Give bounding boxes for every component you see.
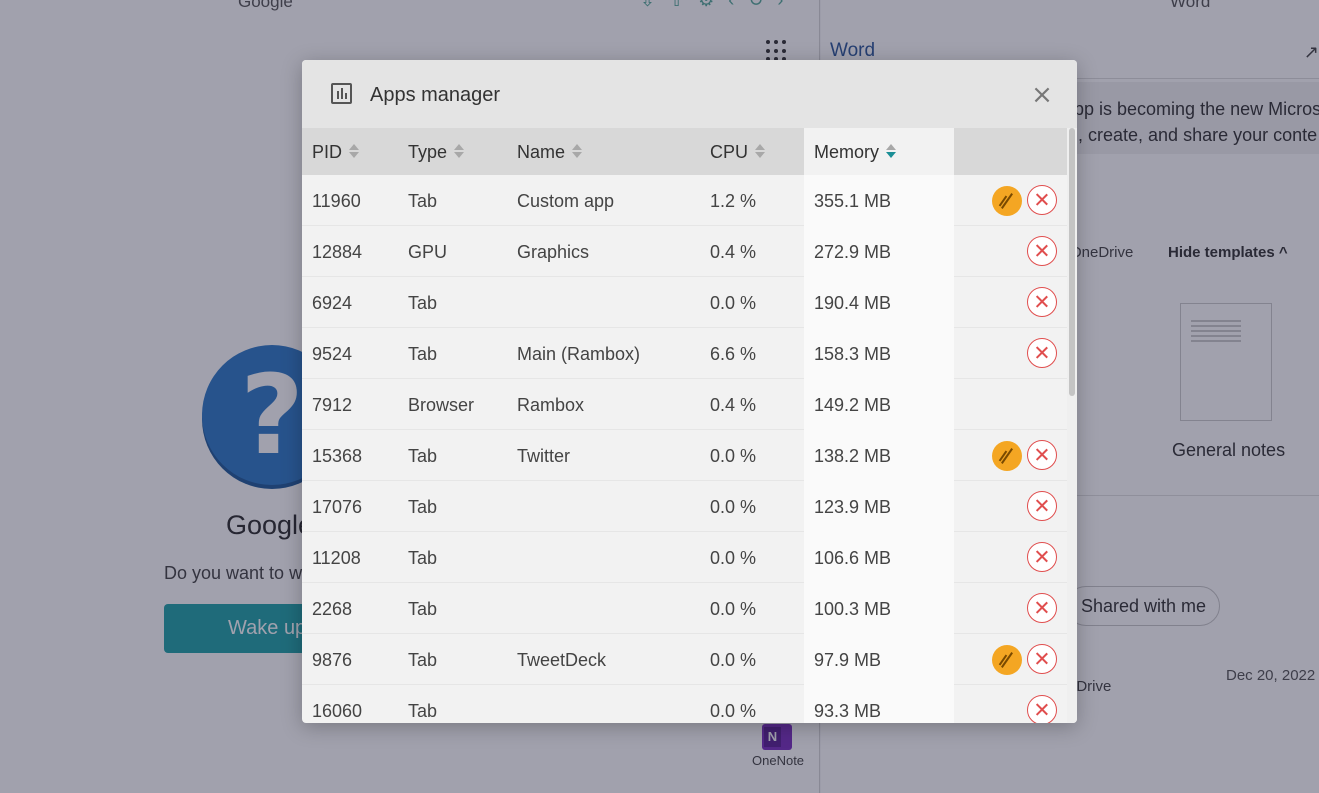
- memory-cell: 97.9 MB: [814, 650, 882, 670]
- pid-cell: 15368: [312, 446, 363, 466]
- kill-process-icon[interactable]: [1027, 185, 1057, 215]
- table-row: 9524 Tab Main (Rambox) 6.6 % 158.3 MB: [302, 328, 1067, 379]
- table-row: 11960 Tab Custom app 1.2 % 355.1 MB: [302, 175, 1067, 226]
- cpu-cell: 0.0 %: [710, 650, 757, 670]
- type-cell: Tab: [408, 446, 438, 466]
- cpu-cell: 0.0 %: [710, 497, 757, 517]
- cpu-cell: 6.6 %: [710, 344, 757, 364]
- type-cell: Tab: [408, 599, 438, 619]
- cpu-cell: 0.0 %: [710, 548, 757, 568]
- column-label: Name: [517, 142, 566, 162]
- type-cell: Tab: [408, 191, 438, 211]
- cpu-cell: 0.0 %: [710, 701, 757, 721]
- kill-process-icon[interactable]: [1027, 236, 1057, 266]
- type-cell: Tab: [408, 548, 438, 568]
- name-cell: Graphics: [517, 242, 590, 262]
- sort-icon: [754, 143, 766, 159]
- column-header-name[interactable]: Name: [507, 128, 700, 175]
- kill-process-icon[interactable]: [1027, 695, 1057, 723]
- type-cell: Tab: [408, 293, 438, 313]
- pid-cell: 9876: [312, 650, 353, 670]
- name-cell: Main (Rambox): [517, 344, 641, 364]
- table-row: 7912 Browser Rambox 0.4 % 149.2 MB: [302, 379, 1067, 430]
- memory-cell: 93.3 MB: [814, 701, 882, 721]
- name-cell: Custom app: [517, 191, 615, 211]
- memory-cell: 106.6 MB: [814, 548, 892, 568]
- dialog-title: Apps manager: [370, 84, 501, 106]
- table-row: 2268 Tab 0.0 % 100.3 MB: [302, 583, 1067, 634]
- table-row: 9876 Tab TweetDeck 0.0 % 97.9 MB: [302, 634, 1067, 685]
- name-cell: Twitter: [517, 446, 571, 466]
- name-cell: TweetDeck: [517, 650, 607, 670]
- column-header-pid[interactable]: PID: [302, 128, 398, 175]
- name-cell: Rambox: [517, 395, 585, 415]
- cpu-cell: 0.0 %: [710, 446, 757, 466]
- column-label: Type: [408, 142, 448, 162]
- table-row: 11208 Tab 0.0 % 106.6 MB: [302, 532, 1067, 583]
- chart-icon: [331, 83, 352, 104]
- memory-cell: 123.9 MB: [814, 497, 892, 517]
- type-cell: Tab: [408, 701, 438, 721]
- memory-cell: 272.9 MB: [814, 242, 892, 262]
- close-icon[interactable]: ×: [1031, 82, 1053, 108]
- pid-cell: 17076: [312, 497, 363, 517]
- memory-cell: 100.3 MB: [814, 599, 892, 619]
- memory-cell: 355.1 MB: [814, 191, 892, 211]
- table-row: 17076 Tab 0.0 % 123.9 MB: [302, 481, 1067, 532]
- kill-process-icon[interactable]: [1027, 542, 1057, 572]
- memory-cell: 158.3 MB: [814, 344, 892, 364]
- cpu-cell: 0.4 %: [710, 242, 757, 262]
- pid-cell: 11960: [312, 191, 361, 211]
- kill-process-icon[interactable]: [1027, 338, 1057, 368]
- pid-cell: 16060: [312, 701, 363, 721]
- cpu-cell: 0.4 %: [710, 395, 757, 415]
- table-row: 6924 Tab 0.0 % 190.4 MB: [302, 277, 1067, 328]
- hibernate-icon[interactable]: [992, 186, 1022, 216]
- kill-process-icon[interactable]: [1027, 287, 1057, 317]
- column-label: Memory: [814, 142, 880, 162]
- hibernate-icon[interactable]: [992, 441, 1022, 471]
- column-header-cpu[interactable]: CPU: [700, 128, 804, 175]
- table-row: 16060 Tab 0.0 % 93.3 MB: [302, 685, 1067, 723]
- column-header-type[interactable]: Type: [398, 128, 507, 175]
- scrollbar-thumb[interactable]: [1069, 128, 1075, 396]
- sort-icon: [453, 143, 465, 159]
- pid-cell: 12884: [312, 242, 363, 262]
- type-cell: Tab: [408, 650, 438, 670]
- dialog-header: Apps manager ×: [302, 60, 1077, 128]
- type-cell: Tab: [408, 344, 438, 364]
- cpu-cell: 1.2 %: [710, 191, 757, 211]
- kill-process-icon[interactable]: [1027, 593, 1057, 623]
- type-cell: Tab: [408, 497, 438, 517]
- memory-cell: 149.2 MB: [814, 395, 892, 415]
- process-table: 11960 Tab Custom app 1.2 % 355.1 MB 12884 GPU G…: [302, 175, 1067, 723]
- table-header: PID Type Name CPU Memory: [302, 128, 1067, 175]
- table-row: 12884 GPU Graphics 0.4 % 272.9 MB: [302, 226, 1067, 277]
- kill-process-icon[interactable]: [1027, 491, 1057, 521]
- column-label: PID: [312, 142, 343, 162]
- cpu-cell: 0.0 %: [710, 293, 757, 313]
- sort-desc-icon: [885, 143, 897, 159]
- sort-icon: [571, 143, 583, 159]
- memory-cell: 138.2 MB: [814, 446, 892, 466]
- memory-cell: 190.4 MB: [814, 293, 892, 313]
- apps-manager-dialog: Apps manager × PID Type Name CPU Memory …: [302, 60, 1077, 723]
- pid-cell: 11208: [312, 548, 361, 568]
- type-cell: Browser: [408, 395, 475, 415]
- kill-process-icon[interactable]: [1027, 440, 1057, 470]
- cpu-cell: 0.0 %: [710, 599, 757, 619]
- table-row: 15368 Tab Twitter 0.0 % 138.2 MB: [302, 430, 1067, 481]
- pid-cell: 6924: [312, 293, 353, 313]
- hibernate-icon[interactable]: [992, 645, 1022, 675]
- column-label: CPU: [710, 142, 749, 162]
- sort-icon: [348, 143, 360, 159]
- type-cell: GPU: [408, 242, 448, 262]
- column-header-memory[interactable]: Memory: [804, 128, 954, 175]
- kill-process-icon[interactable]: [1027, 644, 1057, 674]
- scrollbar[interactable]: [1067, 128, 1077, 723]
- pid-cell: 9524: [312, 344, 353, 364]
- pid-cell: 7912: [312, 395, 353, 415]
- pid-cell: 2268: [312, 599, 353, 619]
